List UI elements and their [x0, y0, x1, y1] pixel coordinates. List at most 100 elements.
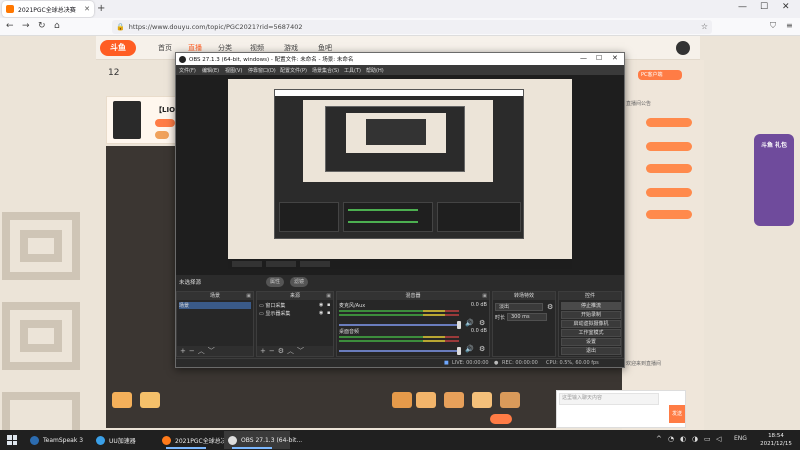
obs-preview[interactable] — [228, 79, 572, 269]
tab-close-icon[interactable]: ✕ — [84, 5, 90, 13]
volume-slider-knob[interactable] — [457, 347, 461, 355]
user-avatar[interactable] — [676, 41, 690, 55]
lock-icon[interactable]: 🔒 — [116, 23, 125, 31]
dock-float-icon[interactable]: ▣ — [326, 292, 331, 300]
announcement-title: 直播间公告 — [626, 101, 652, 107]
input-language[interactable]: ENG — [734, 435, 747, 442]
start-virtual-camera-button[interactable]: 启动虚拟摄像机 — [561, 320, 621, 328]
gift-icon[interactable] — [416, 392, 436, 408]
volume-slider[interactable] — [339, 324, 459, 326]
menu-icon[interactable]: ≡ — [786, 21, 793, 30]
home-icon[interactable]: ⌂ — [54, 21, 60, 31]
new-tab-button[interactable]: + — [97, 3, 105, 14]
start-recording-button[interactable]: 开始录制 — [561, 311, 621, 319]
studio-mode-button[interactable]: 工作室模式 — [561, 329, 621, 337]
obs-close-button[interactable]: ✕ — [612, 54, 618, 62]
source-item[interactable]: ▭ 显示器采集 — [259, 310, 290, 317]
gift-icon[interactable] — [500, 392, 520, 408]
chat-input[interactable]: 这里输入聊天内容 — [559, 393, 659, 405]
settings-button[interactable]: 设置 — [561, 338, 621, 346]
gift-icon[interactable] — [392, 392, 412, 408]
dock-float-icon[interactable]: ▣ — [246, 292, 251, 300]
pc-client-tag[interactable]: PC客户端 — [638, 70, 682, 80]
taskbar-app-obs[interactable]: OBS 27.1.3 (64-bit... — [224, 431, 302, 449]
filters-button[interactable]: 滤镜 — [290, 277, 309, 287]
recharge-button[interactable] — [490, 414, 512, 424]
shield-icon[interactable]: ⛉ — [770, 21, 776, 31]
streamer-avatar[interactable] — [113, 101, 141, 139]
side-ad-banner[interactable]: 斗鱼 礼包 — [754, 134, 794, 226]
right-badge[interactable] — [646, 210, 692, 219]
obs-menu-tools[interactable]: 工具(T) — [344, 67, 361, 74]
gift-icon[interactable] — [140, 392, 160, 408]
url-bar[interactable]: 🔒 https://www.douyu.com/topic/PGC2021?ri… — [112, 20, 712, 34]
obs-menu-scene-collection[interactable]: 场景集合(S) — [312, 67, 339, 74]
tray-app-icon[interactable]: ◑ — [692, 435, 698, 443]
taskbar-app-teamspeak[interactable]: TeamSpeak 3 — [26, 431, 88, 449]
windows-start-icon[interactable] — [7, 435, 17, 445]
speaker-icon[interactable]: 🔊 — [465, 345, 474, 353]
stop-streaming-button[interactable]: 停止推流 — [561, 302, 621, 310]
gift-icon[interactable] — [444, 392, 464, 408]
lock-icon[interactable]: ▪ — [327, 302, 330, 308]
forward-arrow-icon[interactable]: → — [22, 21, 30, 31]
scenes-dock-header: 场景 ▣ — [177, 292, 253, 300]
gear-icon[interactable]: ⚙ — [479, 345, 485, 353]
battery-icon[interactable]: ▭ — [704, 435, 711, 443]
browser-tab[interactable]: 2021PGC全球总决赛 ✕ — [2, 1, 94, 17]
close-window-button[interactable]: ✕ — [782, 2, 790, 12]
sources-dock: 来源 ▣ ▭ 窗口采集 ▭ 显示器采集 ◉ ▪ ◉ ▪ +−⚙︿﹀ — [256, 291, 334, 357]
obs-minimize-button[interactable]: — — [580, 54, 587, 62]
visibility-eye-icon[interactable]: ◉ — [319, 302, 323, 308]
right-panel: PC客户端 直播间公告 欢迎来到直播间 — [622, 60, 704, 430]
tray-app-icon[interactable]: ◐ — [680, 435, 686, 443]
obs-menu-file[interactable]: 文件(F) — [179, 67, 196, 74]
lock-icon[interactable]: ▪ — [327, 310, 330, 316]
properties-button[interactable]: 属性 — [266, 277, 285, 287]
obs-menu-help[interactable]: 帮助(H) — [366, 67, 384, 74]
volume-icon[interactable]: ◁ — [716, 435, 721, 443]
send-button[interactable]: 发送 — [669, 405, 685, 423]
scenes-dock-toolbar[interactable]: +−︿﹀ — [177, 346, 253, 356]
reload-icon[interactable]: ↻ — [38, 21, 46, 31]
right-badge[interactable] — [646, 118, 692, 127]
gear-icon[interactable]: ⚙ — [547, 303, 553, 311]
douyu-logo[interactable]: 斗鱼 — [100, 40, 136, 56]
taskbar-app-firefox[interactable]: 2021PGC全球总决... — [158, 431, 232, 449]
scene-item[interactable]: 场景 — [179, 302, 251, 309]
gift-icon[interactable] — [112, 392, 132, 408]
preview-taskbar-item — [266, 261, 296, 267]
url-text[interactable]: https://www.douyu.com/topic/PGC2021?rid=… — [129, 23, 303, 31]
menu-home[interactable]: 首页 — [158, 43, 172, 53]
obs-menu-profile[interactable]: 配置文件(P) — [280, 67, 307, 74]
minimize-button[interactable]: — — [738, 2, 747, 12]
speaker-icon[interactable]: 🔊 — [465, 319, 474, 327]
gift-icon[interactable] — [472, 392, 492, 408]
tray-expand-icon[interactable]: ^ — [656, 435, 662, 443]
taskbar-app-uu[interactable]: UU加速器 — [92, 431, 154, 449]
obs-menu-docks[interactable]: 停靠窗口(D) — [248, 67, 276, 74]
sources-dock-toolbar[interactable]: +−⚙︿﹀ — [257, 346, 333, 356]
obs-menu-view[interactable]: 视图(V) — [225, 67, 242, 74]
nested-dock — [279, 202, 339, 232]
back-arrow-icon[interactable]: ← — [6, 21, 14, 31]
taskbar-clock[interactable]: 18:54 2021/12/15 — [756, 432, 796, 448]
duration-input[interactable]: 300 ms — [507, 313, 547, 321]
tray-app-icon[interactable]: ◔ — [668, 435, 674, 443]
maximize-button[interactable]: ☐ — [760, 2, 768, 12]
transition-select[interactable]: 淡出 — [495, 303, 543, 311]
dock-float-icon[interactable]: ▣ — [482, 292, 487, 300]
exit-button[interactable]: 退出 — [561, 347, 621, 355]
bookmark-star-icon[interactable]: ☆ — [701, 22, 708, 31]
visibility-eye-icon[interactable]: ◉ — [319, 310, 323, 316]
volume-slider[interactable] — [339, 350, 459, 352]
obs-titlebar[interactable]: OBS 27.1.3 (64-bit, windows) - 配置文件: 未命名… — [176, 53, 624, 65]
right-badge[interactable] — [646, 188, 692, 197]
source-item[interactable]: ▭ 窗口采集 — [259, 302, 285, 309]
right-badge[interactable] — [646, 164, 692, 173]
right-badge[interactable] — [646, 142, 692, 151]
obs-maximize-button[interactable]: ☐ — [596, 54, 602, 62]
obs-menu-edit[interactable]: 编辑(E) — [202, 67, 219, 74]
gear-icon[interactable]: ⚙ — [479, 319, 485, 327]
no-source-selected-label: 未选择源 — [179, 280, 202, 286]
